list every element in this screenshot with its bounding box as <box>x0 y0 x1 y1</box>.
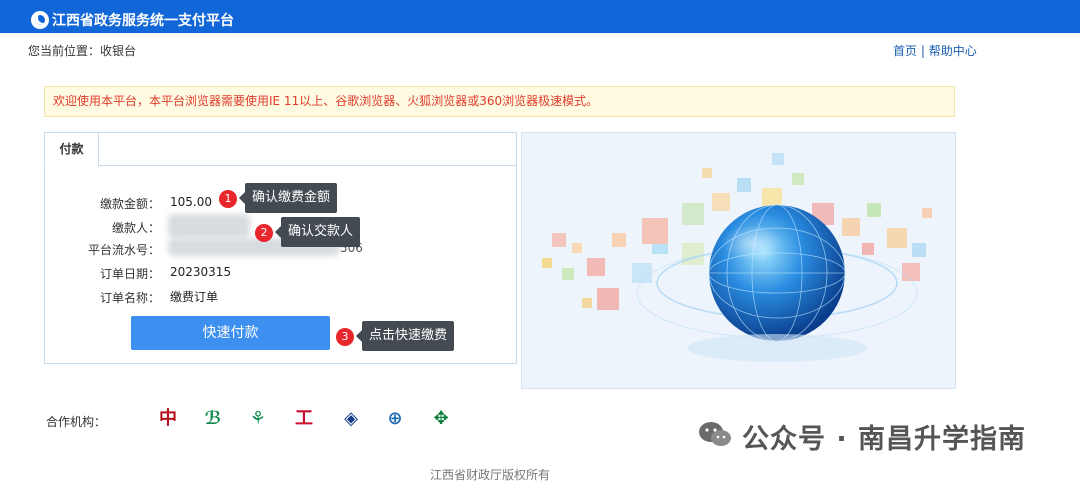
top-links: 首页 | 帮助中心 <box>893 42 977 59</box>
top-bar: 江西省政务服务统一支付平台 <box>0 0 1080 33</box>
site-logo-icon <box>31 11 49 29</box>
browser-notice: 欢迎使用本平台，本平台浏览器需要使用IE 11以上、谷歌浏览器、火狐浏览器或36… <box>44 86 955 117</box>
date-label: 订单日期： <box>99 267 160 281</box>
payer-label: 缴款人： <box>111 221 160 235</box>
quick-pay-button[interactable]: 快速付款 <box>131 316 330 350</box>
payer-redacted <box>168 214 250 238</box>
annotation-tip-3: 点击快速缴费 <box>355 321 455 351</box>
site-title: 江西省政务服务统一支付平台 <box>52 13 234 29</box>
bank-of-communications-icon: ◈ <box>344 408 358 429</box>
annotation-badge-2: 2 <box>255 224 273 242</box>
postal-savings-bank-icon: ✥ <box>433 408 449 429</box>
annotation-tip-2: 确认交款人 <box>274 217 361 247</box>
home-link[interactable]: 首页 <box>893 44 917 58</box>
breadcrumb: 您当前位置：收银台 <box>28 44 137 58</box>
globe-illustration <box>542 153 932 362</box>
amount-value: 105.00 <box>170 195 212 209</box>
globe-banner-image <box>521 132 956 389</box>
link-separator: | <box>920 44 925 58</box>
agricultural-development-bank-icon: ℬ <box>204 408 222 429</box>
order-name-label: 订单名称： <box>99 291 160 305</box>
order-name-value: 缴费订单 <box>170 290 219 304</box>
footer-copyright: 江西省财政厅版权所有 <box>430 468 551 482</box>
help-center-link[interactable]: 帮助中心 <box>929 44 977 58</box>
tab-payment[interactable]: 付款 <box>44 132 99 167</box>
bank-of-china-icon: 中 <box>159 408 177 429</box>
amount-label: 缴款金额： <box>99 197 160 211</box>
serial-label: 平台流水号： <box>87 243 160 257</box>
icbc-icon: 工 <box>295 408 313 429</box>
date-value: 20230315 <box>170 265 232 279</box>
annotation-tip-1: 确认缴费金额 <box>238 183 338 213</box>
agricultural-bank-icon: ⚘ <box>249 408 267 429</box>
annotation-badge-3: 3 <box>336 328 354 346</box>
wechat-icon <box>699 422 731 446</box>
watermark-text: 公众号 · 南昌升学指南 <box>742 424 1027 455</box>
cooperation-label: 合作机构： <box>46 415 107 429</box>
annotation-badge-1: 1 <box>219 190 237 208</box>
tab-bar: 付款 <box>44 132 516 167</box>
construction-bank-icon: ⊕ <box>387 408 403 429</box>
